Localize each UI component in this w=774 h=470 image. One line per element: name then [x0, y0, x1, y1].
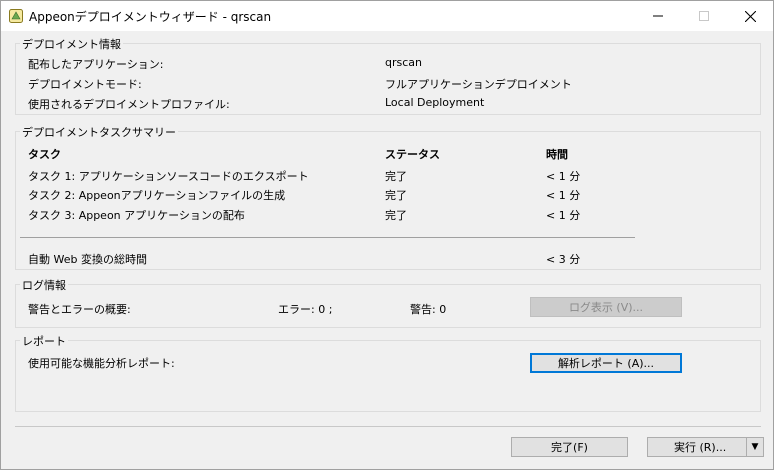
minimize-icon [653, 15, 663, 17]
deployed-app-label: 配布したアプリケーション: [28, 58, 164, 71]
view-log-button[interactable]: ログ表示 (V)... [530, 297, 682, 317]
appeon-app-icon [9, 9, 23, 23]
task-row-2-name: タスク 2: Appeonアプリケーションファイルの生成 [28, 189, 286, 202]
log-summary-label: 警告とエラーの概要: [28, 303, 131, 316]
task-summary-group: デプロイメントタスクサマリー タスク ステータス 時間 タスク 1: アプリケー… [15, 124, 761, 270]
log-warnings: 警告: 0 [410, 303, 447, 316]
task-row-1-time: < 1 分 [546, 170, 581, 183]
task-row-1-status: 完了 [385, 170, 407, 183]
task-row-3-status: 完了 [385, 209, 407, 222]
task-row-2-time: < 1 分 [546, 189, 581, 202]
minimize-button[interactable] [635, 1, 681, 31]
finish-button[interactable]: 完了(F) [511, 437, 628, 457]
total-time-value: < 3 分 [546, 253, 581, 266]
run-button-label: 実行 (R)... [674, 441, 727, 454]
run-button[interactable]: 実行 (R)... ▼ [647, 437, 764, 457]
task-row-3-name: タスク 3: Appeon アプリケーションの配布 [28, 209, 245, 222]
status-header: ステータス [385, 148, 440, 161]
task-row-3-time: < 1 分 [546, 209, 581, 222]
log-info-title: ログ情報 [20, 277, 68, 293]
total-time-label: 自動 Web 変換の総時間 [28, 253, 147, 266]
summary-divider [20, 237, 635, 238]
report-group: レポート 使用可能な機能分析レポート: 解析レポート (A)... [15, 333, 761, 412]
title-bar: Appeonデプロイメントウィザード - qrscan [1, 1, 773, 31]
maximize-icon [699, 11, 709, 21]
task-header: タスク [28, 148, 61, 161]
report-label: 使用可能な機能分析レポート: [28, 357, 175, 370]
report-title: レポート [20, 333, 68, 349]
deployment-profile-value: Local Deployment [385, 96, 485, 109]
task-summary-title: デプロイメントタスクサマリー [20, 124, 178, 140]
time-header: 時間 [546, 148, 568, 161]
dropdown-arrow-icon[interactable]: ▼ [746, 438, 763, 456]
close-button[interactable] [727, 1, 773, 31]
wizard-window: Appeonデプロイメントウィザード - qrscan デプロイメント情報 配布… [0, 0, 774, 470]
log-errors: エラー: 0 ; [278, 303, 333, 316]
task-row-1-name: タスク 1: アプリケーションソースコードのエクスポート [28, 170, 309, 183]
deployment-info-group: デプロイメント情報 配布したアプリケーション: qrscan デプロイメントモー… [15, 36, 761, 115]
close-icon [744, 10, 756, 22]
deployment-mode-label: デプロイメントモード: [28, 78, 142, 91]
window-title: Appeonデプロイメントウィザード - qrscan [29, 10, 272, 24]
deployment-profile-label: 使用されるデプロイメントプロファイル: [28, 98, 230, 111]
log-info-group: ログ情報 警告とエラーの概要: エラー: 0 ; 警告: 0 ログ表示 (V).… [15, 277, 761, 328]
deployment-info-title: デプロイメント情報 [20, 36, 123, 52]
deployment-mode-value: フルアプリケーションデプロイメント [385, 78, 572, 91]
footer-divider [15, 426, 761, 427]
maximize-button[interactable] [681, 1, 727, 31]
deployed-app-value: qrscan [385, 56, 422, 69]
analysis-report-button[interactable]: 解析レポート (A)... [530, 353, 682, 373]
task-row-2-status: 完了 [385, 189, 407, 202]
